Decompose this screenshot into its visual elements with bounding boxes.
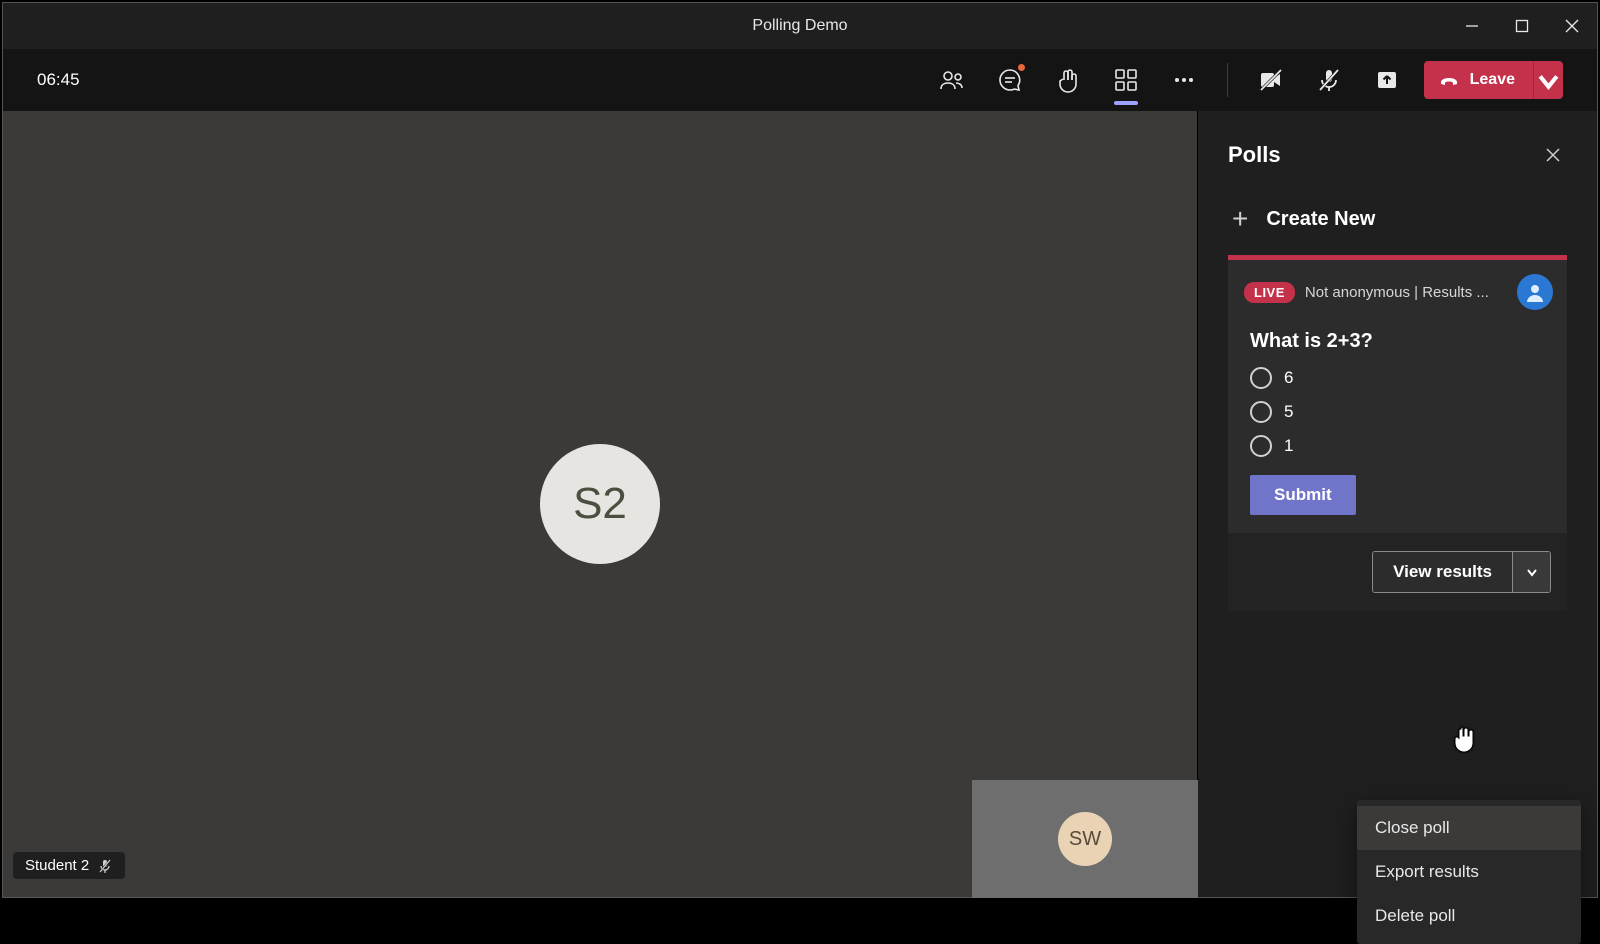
- more-actions-button[interactable]: [1155, 49, 1213, 111]
- apps-icon: [1113, 67, 1139, 93]
- window-title: Polling Demo: [752, 17, 847, 35]
- main-body: S2 Student 2 SW Polls: [3, 111, 1597, 897]
- minimize-button[interactable]: [1447, 3, 1497, 49]
- chevron-down-icon: [1534, 66, 1563, 95]
- view-results-button[interactable]: View results: [1373, 552, 1512, 592]
- person-icon: [1525, 282, 1545, 302]
- camera-off-icon: [1258, 67, 1284, 93]
- participant-name-pill: Student 2: [13, 852, 125, 879]
- active-indicator: [1114, 101, 1138, 105]
- mic-button[interactable]: [1300, 49, 1358, 111]
- camera-button[interactable]: [1242, 49, 1300, 111]
- polls-panel: Polls + Create New LIVE Not anonymous | …: [1198, 111, 1597, 897]
- call-timer: 06:45: [37, 70, 80, 90]
- avatar-initials: S2: [573, 479, 627, 529]
- close-icon: [1565, 19, 1579, 33]
- maximize-button[interactable]: [1497, 3, 1547, 49]
- video-stage: S2 Student 2 SW: [3, 111, 1198, 897]
- hangup-icon: [1438, 69, 1460, 91]
- raise-hand-icon: [1055, 67, 1081, 93]
- people-icon: [939, 67, 965, 93]
- mic-muted-icon: [97, 858, 113, 874]
- poll-card: LIVE Not anonymous | Results ... What is…: [1228, 255, 1567, 611]
- poll-meta: Not anonymous | Results ...: [1305, 284, 1507, 301]
- poll-option[interactable]: 6: [1250, 367, 1547, 389]
- leave-label: Leave: [1470, 71, 1515, 89]
- share-button[interactable]: [1358, 49, 1416, 111]
- create-new-label: Create New: [1266, 208, 1375, 231]
- radio-icon: [1250, 435, 1272, 457]
- main-participant-avatar: S2: [540, 444, 660, 564]
- view-results-split-button: View results: [1372, 551, 1551, 593]
- window-controls: [1447, 3, 1597, 49]
- poll-actions-menu: Close poll Export results Delete poll: [1357, 800, 1581, 944]
- close-panel-button[interactable]: [1539, 141, 1567, 169]
- chevron-down-icon: [1525, 565, 1539, 579]
- radio-icon: [1250, 401, 1272, 423]
- close-window-button[interactable]: [1547, 3, 1597, 49]
- maximize-icon: [1515, 19, 1529, 33]
- leave-dropdown[interactable]: [1533, 61, 1563, 99]
- app-window: Polling Demo 06:45: [2, 2, 1598, 898]
- apps-button[interactable]: [1097, 49, 1155, 111]
- chat-button[interactable]: [981, 49, 1039, 111]
- self-avatar: SW: [1058, 812, 1112, 866]
- poll-question: What is 2+3?: [1228, 318, 1567, 363]
- menu-item-export-results[interactable]: Export results: [1357, 850, 1581, 894]
- live-badge: LIVE: [1244, 282, 1295, 303]
- leave-button[interactable]: Leave: [1424, 61, 1533, 99]
- reactions-button[interactable]: [1039, 49, 1097, 111]
- minimize-icon: [1465, 19, 1479, 33]
- mic-off-icon: [1316, 67, 1342, 93]
- option-label: 6: [1284, 368, 1293, 388]
- more-icon: [1171, 67, 1197, 93]
- notification-dot-icon: [1016, 62, 1027, 73]
- close-icon: [1545, 147, 1561, 163]
- option-label: 1: [1284, 436, 1293, 456]
- self-view[interactable]: SW: [972, 780, 1198, 898]
- submit-button[interactable]: Submit: [1250, 475, 1356, 515]
- participants-button[interactable]: [923, 49, 981, 111]
- call-toolbar: 06:45: [3, 49, 1597, 111]
- poll-option[interactable]: 5: [1250, 401, 1547, 423]
- option-label: 5: [1284, 402, 1293, 422]
- panel-title: Polls: [1228, 142, 1281, 168]
- self-avatar-initials: SW: [1069, 828, 1101, 851]
- radio-icon: [1250, 367, 1272, 389]
- poll-author-avatar[interactable]: [1517, 274, 1553, 310]
- plus-icon: +: [1232, 205, 1248, 233]
- poll-option[interactable]: 1: [1250, 435, 1547, 457]
- participant-name: Student 2: [25, 857, 89, 874]
- menu-item-close-poll[interactable]: Close poll: [1357, 806, 1581, 850]
- menu-item-delete-poll[interactable]: Delete poll: [1357, 894, 1581, 938]
- title-bar: Polling Demo: [3, 3, 1597, 49]
- poll-options: 6 5 1: [1228, 363, 1567, 469]
- share-tray-icon: [1374, 67, 1400, 93]
- separator: [1227, 63, 1228, 97]
- create-new-poll-button[interactable]: + Create New: [1198, 191, 1597, 255]
- view-results-dropdown[interactable]: [1512, 552, 1550, 592]
